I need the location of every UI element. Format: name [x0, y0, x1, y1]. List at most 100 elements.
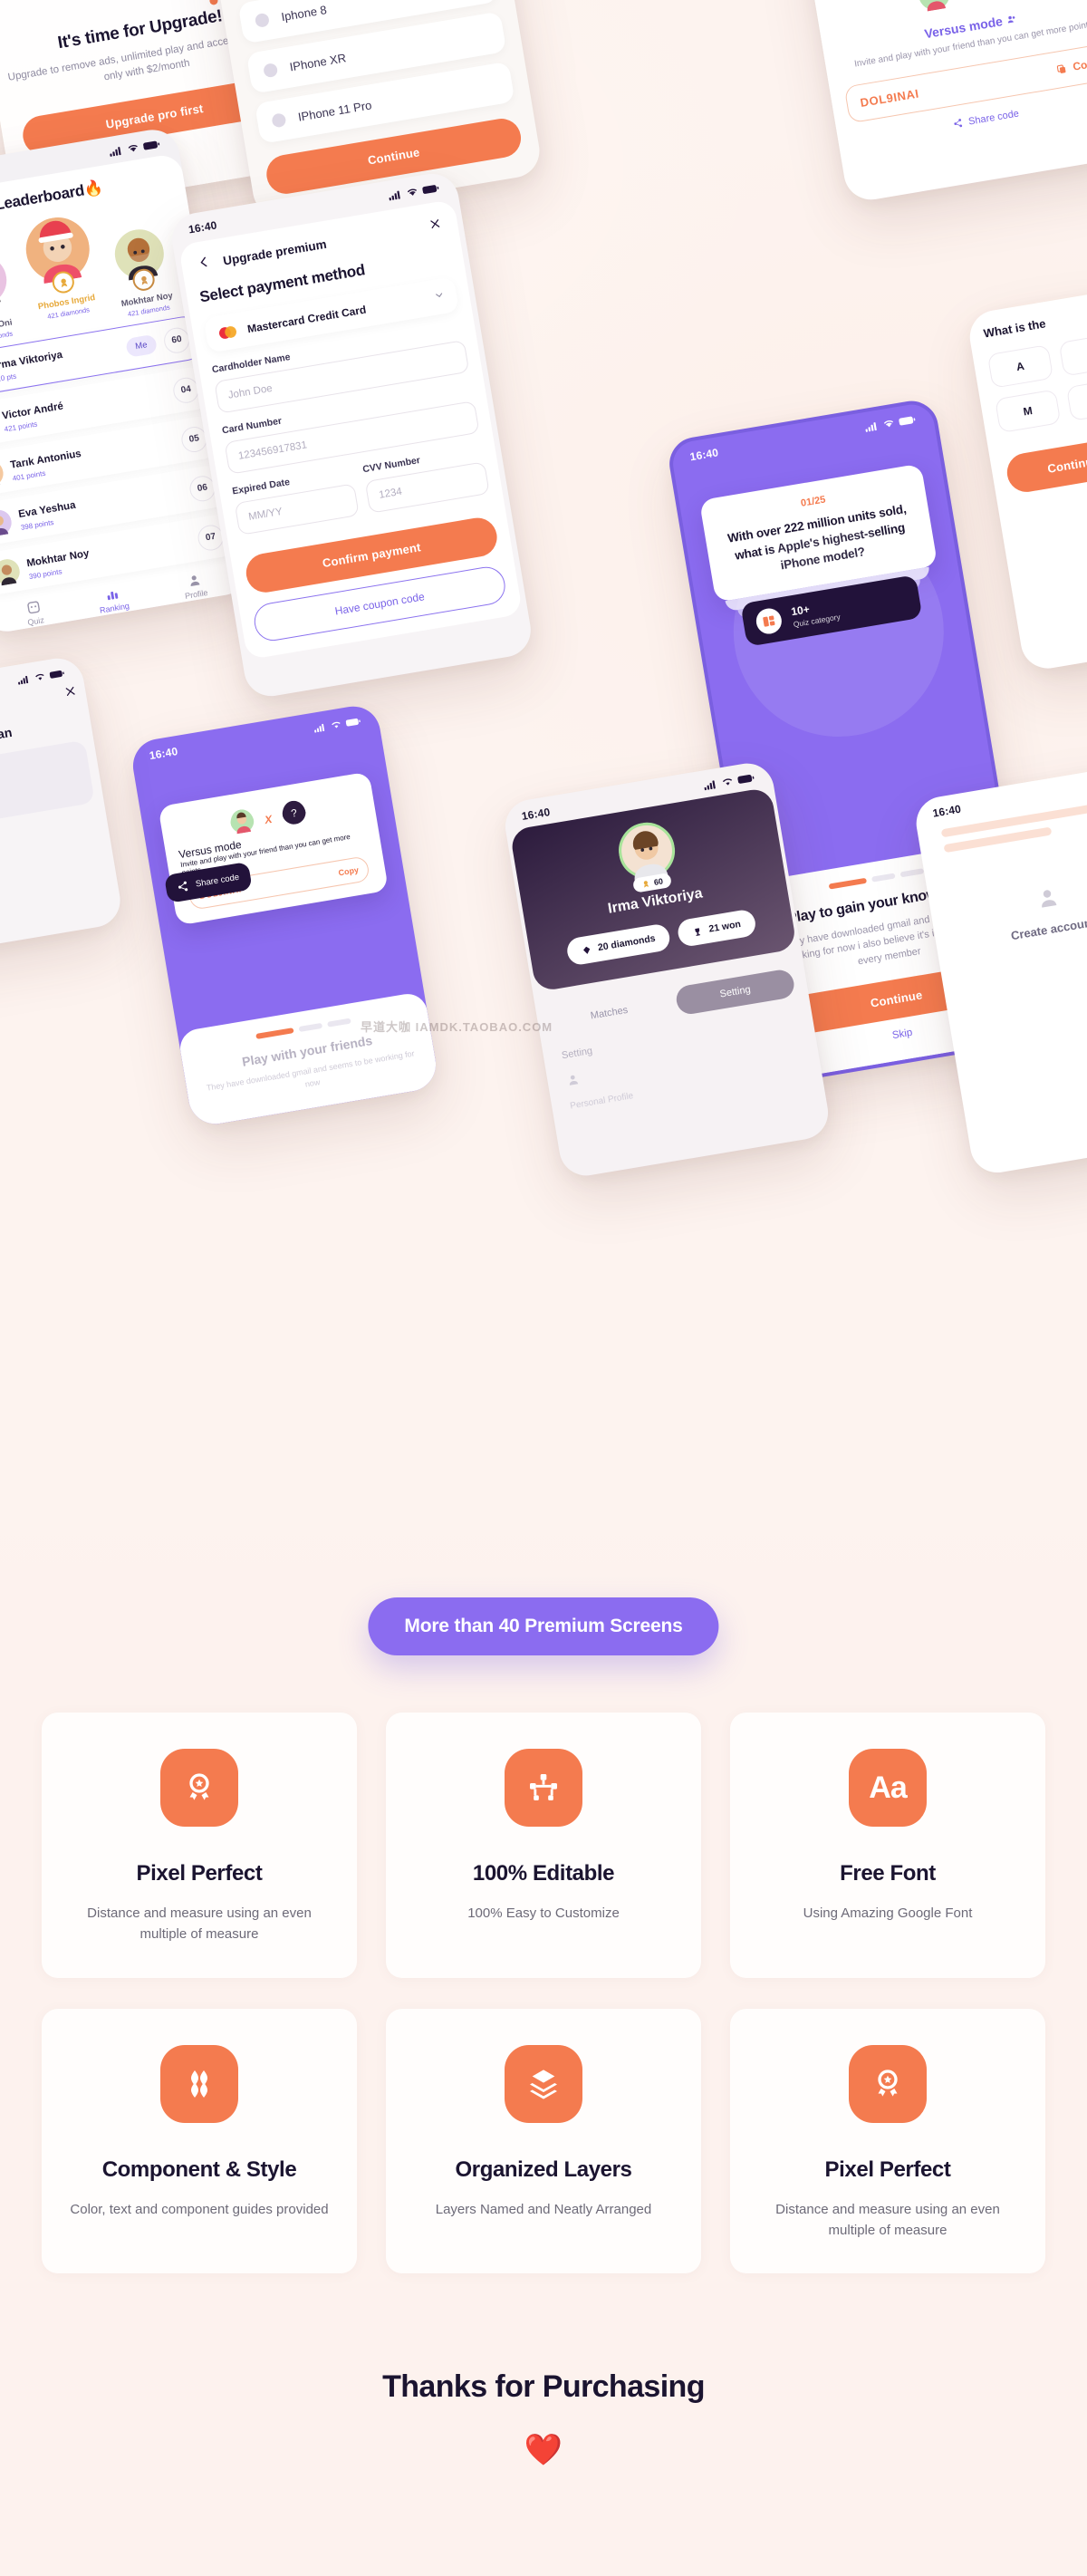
radio-icon[interactable] — [254, 12, 271, 29]
feature-desc: Layers Named and Neatly Arranged — [435, 2201, 652, 2217]
feature-desc: 100% Easy to Customize — [467, 1905, 620, 1921]
status-time: 16:40 — [520, 805, 552, 824]
cellular-icon — [704, 780, 716, 791]
avatar — [0, 558, 20, 585]
diamonds-chip: 20 diamonds — [565, 922, 672, 967]
feature-title: Organized Layers — [455, 2156, 632, 2182]
cellular-icon — [110, 147, 121, 157]
member-plan-placeholder[interactable] — [0, 739, 95, 835]
tab-label: Profile — [184, 587, 209, 602]
status-time: 16:40 — [688, 446, 720, 464]
ranking-bars-icon — [107, 591, 119, 601]
typography-glyph: Aa — [869, 1770, 907, 1805]
mockup-share-friends[interactable]: 16:40 X ? Versus mode Invite and play wi… — [129, 702, 440, 1128]
avatar — [228, 807, 256, 839]
feature-title: 100% Editable — [472, 1861, 615, 1886]
device-option-label: IPhone 11 Pro — [296, 98, 373, 124]
feature-title: Pixel Perfect — [824, 2156, 951, 2182]
chevron-down-icon[interactable] — [433, 289, 446, 304]
medal-icon — [643, 881, 649, 888]
feature-grid: Pixel Perfect Distance and measure using… — [0, 1713, 1087, 2273]
tab-profile[interactable]: Profile — [181, 571, 208, 601]
category-icon — [754, 606, 784, 636]
tooltip-label: Share code — [195, 872, 240, 890]
thanks-title: Thanks for Purchasing — [382, 2369, 705, 2404]
people-icon — [1007, 15, 1015, 24]
tab-ranking[interactable]: Ranking — [96, 584, 130, 615]
feature-desc: Using Amazing Google Font — [803, 1905, 973, 1921]
vector-pen-icon — [505, 1749, 582, 1827]
wifi-icon — [332, 721, 341, 728]
battery-icon — [899, 416, 916, 426]
battery-icon — [143, 140, 160, 150]
mockup-answer-options[interactable]: What is the A B M O Continue — [966, 287, 1087, 673]
payment-nav-title: Upgrade premium — [222, 236, 328, 268]
copy-code-button[interactable]: Copy — [1055, 56, 1087, 76]
feature-desc: Distance and measure using an even multi… — [87, 1905, 312, 1943]
cvv-field[interactable]: CVV Number 1234 — [362, 444, 490, 514]
status-time: 16:40 — [148, 745, 179, 763]
back-chevron-icon[interactable] — [197, 255, 212, 274]
feature-card: Pixel Perfect Distance and measure using… — [730, 2008, 1045, 2273]
decor-dot-orange — [208, 0, 219, 6]
wifi-icon — [128, 145, 138, 152]
progress-dot — [298, 1022, 323, 1033]
radio-icon[interactable] — [263, 62, 279, 79]
tab-quiz[interactable]: Quiz — [24, 598, 45, 627]
close-icon[interactable] — [428, 217, 443, 235]
mockup-payment[interactable]: 16:40 Upgrade premium Select payment met… — [168, 169, 535, 700]
share-icon — [178, 881, 188, 892]
device-option-label: IPhone XR — [288, 51, 348, 74]
wifi-icon — [883, 420, 894, 428]
tab-label: Quiz — [26, 615, 45, 628]
layers-icon — [505, 2044, 582, 2123]
share-icon — [954, 119, 963, 128]
trophy-icon — [695, 927, 701, 936]
avatar-unknown: ? — [280, 799, 308, 831]
mockup-versus-share[interactable]: all general knowledge about computer tec… — [794, 0, 1087, 204]
cellular-icon — [865, 422, 877, 432]
profile-person-icon — [569, 1075, 579, 1085]
mockup-collage-stage: It's time for Upgrade! Upgrade to remove… — [0, 0, 1087, 1658]
feature-card: Organized Layers Layers Named and Neatly… — [386, 2008, 701, 2273]
avatar — [619, 822, 676, 882]
status-time: 16:40 — [188, 218, 218, 236]
mockup-member-plan[interactable]: 16:40 Upgrade premium Choose member plan — [0, 654, 125, 959]
feature-desc: Color, text and component guides provide… — [70, 2201, 329, 2217]
copy-code-button[interactable]: Copy — [338, 865, 360, 878]
won-chip: 21 won — [676, 908, 757, 949]
answer-option[interactable]: A — [986, 344, 1054, 389]
versus-invite-card: X ? Versus mode Invite and play with you… — [158, 771, 390, 926]
close-icon[interactable] — [63, 684, 77, 700]
device-option-label: Iphone 8 — [280, 3, 328, 24]
copy-icon — [1056, 64, 1066, 73]
progress-dot — [899, 867, 925, 877]
wifi-icon — [722, 778, 733, 786]
premium-screens-banner: More than 40 Premium Screens — [368, 1597, 719, 1655]
thanks-section: Thanks for Purchasing ❤️ — [0, 2369, 1087, 2468]
quiz-book-icon — [27, 601, 40, 614]
feature-title: Free Font — [840, 1861, 936, 1886]
status-bar: 16:40 — [669, 401, 934, 468]
wifi-icon — [407, 188, 418, 196]
podium-item[interactable]: Phobos Ingrid 421 diamonds — [16, 212, 106, 323]
profile-person-icon — [190, 575, 200, 587]
answer-option[interactable]: B — [1058, 332, 1087, 377]
versus-x-label: X — [958, 0, 970, 1]
battery-icon — [49, 670, 64, 679]
badge-star-icon — [849, 2044, 927, 2123]
answer-option[interactable]: O — [1065, 377, 1087, 421]
avatar — [0, 460, 4, 487]
watermark: 早道大咖 IAMDK.TAOBAO.COM — [361, 1020, 553, 1034]
answer-option[interactable]: M — [995, 389, 1062, 434]
versus-x-label: X — [264, 812, 274, 826]
feature-desc: Distance and measure using an even multi… — [775, 2201, 1000, 2238]
status-bar: 16:40 — [129, 702, 380, 767]
radio-icon[interactable] — [271, 112, 287, 129]
fire-emoji: 🔥 — [82, 178, 104, 199]
cellular-icon — [17, 675, 29, 685]
diamond-icon — [583, 946, 591, 954]
feature-card: Aa Free Font Using Amazing Google Font — [730, 1713, 1045, 1978]
progress-dot-active — [255, 1028, 294, 1039]
expiry-field[interactable]: Expired Date MM/YY — [232, 467, 360, 535]
